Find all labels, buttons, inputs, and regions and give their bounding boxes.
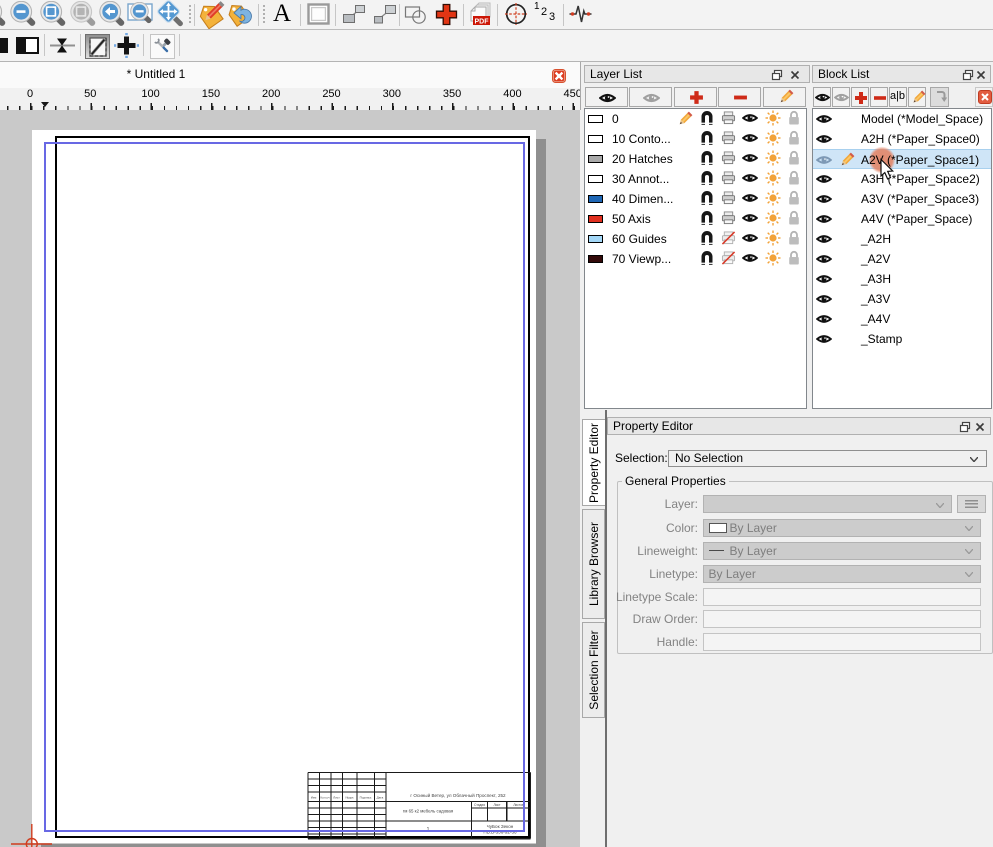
- svg-text:PDF: PDF: [475, 18, 490, 25]
